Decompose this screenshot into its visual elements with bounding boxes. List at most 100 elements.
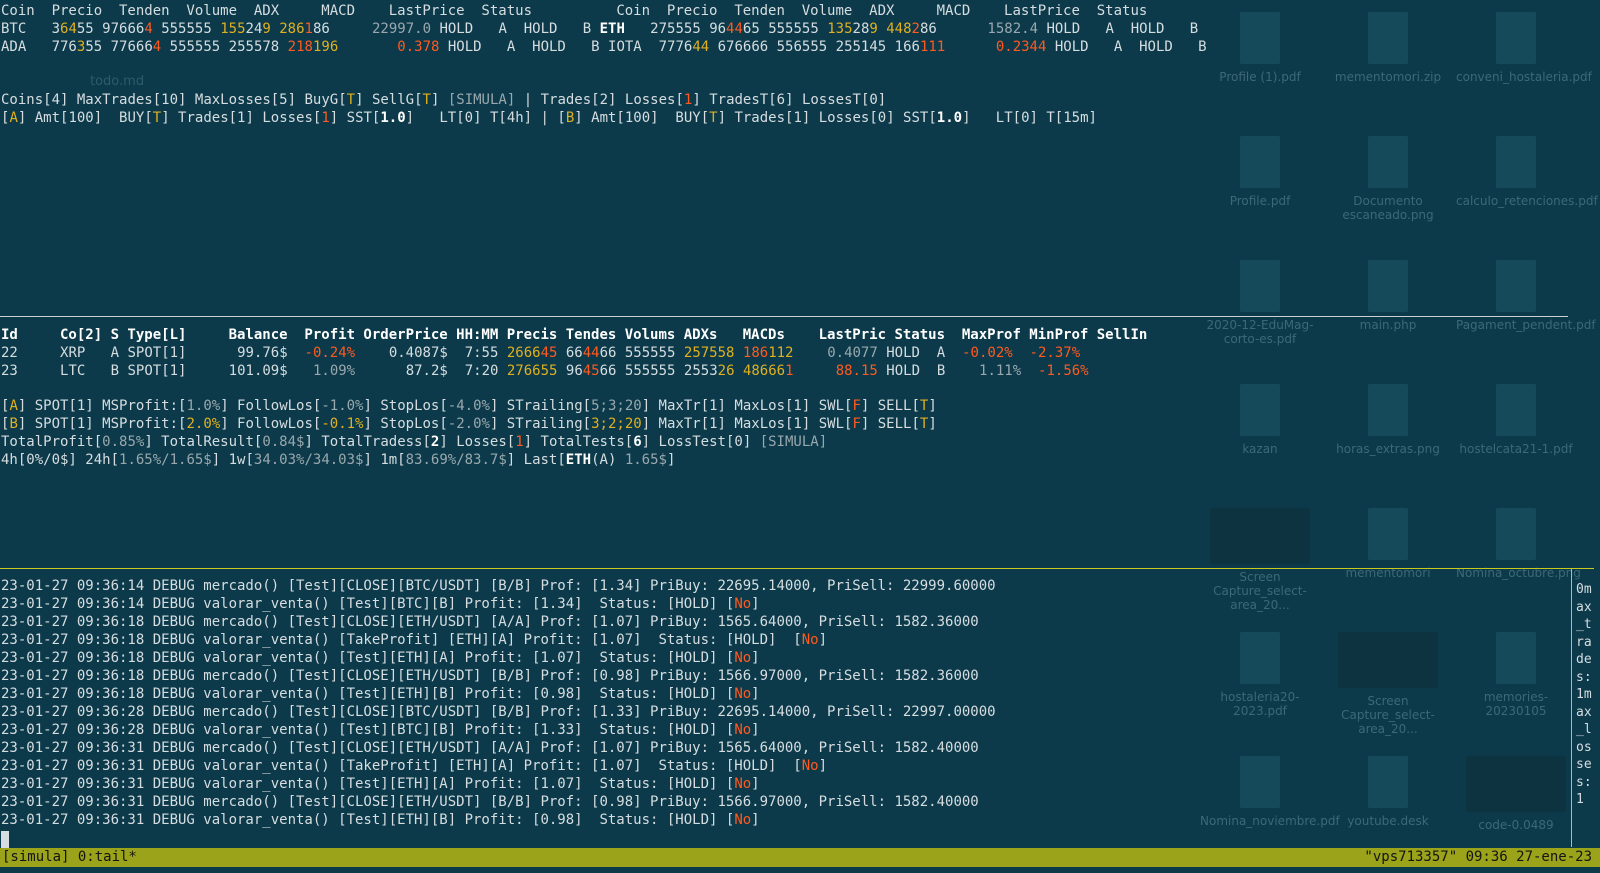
image-file-icon xyxy=(1210,508,1310,564)
document-file-icon xyxy=(1240,136,1280,188)
log-line-close-bracket: ] xyxy=(751,722,760,738)
desktop-icon-label: Profile (1).pdf xyxy=(1219,70,1301,84)
document-file-icon xyxy=(1496,12,1536,64)
image-file-icon xyxy=(1466,756,1566,812)
log-line-decision: No xyxy=(734,776,752,792)
log-line-decision: No xyxy=(734,722,752,738)
log-line-text: 23-01-27 09:36:28 DEBUG mercado() [Test]… xyxy=(1,704,996,720)
desktop-icon[interactable]: Screen Capture_select-area_20... xyxy=(1328,632,1448,736)
desktop-icon[interactable]: code-0.0489 xyxy=(1456,756,1576,832)
log-line-text: 23-01-27 09:36:31 DEBUG mercado() [Test]… xyxy=(1,794,979,810)
image-file-icon xyxy=(1338,632,1438,688)
log-line-decision: No xyxy=(801,758,819,774)
log-line-close-bracket: ] xyxy=(818,632,828,648)
desktop-icon[interactable]: horas_extras.png xyxy=(1328,384,1448,456)
log-line-close-bracket: ] xyxy=(751,776,760,792)
desktop-icon[interactable]: kazan xyxy=(1200,384,1320,456)
log-line-close-bracket: ] xyxy=(751,650,760,666)
desktop-icon[interactable]: Documento escaneado.png xyxy=(1328,136,1448,222)
order-row-23: 23 LTC B SPOT[1] 101.09$ 1.09% 87.2$ 7:2… xyxy=(1,363,1089,379)
document-file-icon xyxy=(1240,260,1280,312)
document-file-icon xyxy=(1368,756,1408,808)
tmux-host-clock: "vps713357" 09:36 27-ene-23 xyxy=(1364,849,1592,865)
totals-line: TotalProfit[0.85%] TotalResult[0.84$] To… xyxy=(1,434,828,450)
desktop-icon[interactable]: calculo_retenciones.pdf xyxy=(1456,136,1598,208)
log-line: 23-01-27 09:36:31 DEBUG valorar_venta() … xyxy=(1,775,760,793)
order-row-22: 22 XRP A SPOT[1] 99.76$ -0.24% 0.4087$ 7… xyxy=(1,345,1081,361)
log-line: 23-01-27 09:36:18 DEBUG valorar_venta() … xyxy=(1,649,760,667)
document-file-icon xyxy=(1368,508,1408,560)
desktop-icon[interactable]: mementomori xyxy=(1328,508,1448,580)
desktop-icon-label: main.php xyxy=(1359,318,1417,332)
desktop-icon[interactable]: Nomina_noviembre.pdf xyxy=(1200,756,1340,828)
log-line: 23-01-27 09:36:31 DEBUG valorar_venta() … xyxy=(1,757,827,775)
document-file-icon xyxy=(1496,136,1536,188)
log-line: 23-01-27 09:36:14 DEBUG valorar_venta() … xyxy=(1,595,760,613)
pane-vertical-border xyxy=(1571,569,1572,847)
log-line-decision: No xyxy=(734,596,752,612)
desktop-icon[interactable]: Screen Capture_select-area_20... xyxy=(1200,508,1320,612)
desktop-icon[interactable]: youtube.desk xyxy=(1328,756,1448,828)
log-line-decision: No xyxy=(734,650,752,666)
log-line-decision: No xyxy=(801,632,819,648)
log-line: 23-01-27 09:36:31 DEBUG mercado() [Test]… xyxy=(1,793,979,811)
document-file-icon xyxy=(1240,384,1280,436)
log-line: 23-01-27 09:36:31 DEBUG valorar_venta() … xyxy=(1,811,760,829)
document-file-icon xyxy=(1240,756,1280,808)
log-line-decision: No xyxy=(734,812,752,828)
log-line: 23-01-27 09:36:18 DEBUG valorar_venta() … xyxy=(1,685,760,703)
log-line-text: 23-01-27 09:36:18 DEBUG valorar_venta() … xyxy=(1,632,802,648)
pane-separator-top[interactable] xyxy=(0,316,1568,317)
config-line-2: [A] Amt[100] BUY[T] Trades[1] Losses[1] … xyxy=(1,110,1097,126)
desktop-icon-label: Nomina_noviembre.pdf xyxy=(1200,814,1340,828)
log-line-close-bracket: ] xyxy=(751,812,760,828)
desktop-icon[interactable]: Nomina_octubre.png xyxy=(1456,508,1581,580)
desktop-icon[interactable]: conveni_hostaleria.pdf xyxy=(1456,12,1592,84)
tmux-status-bar: [simula] 0:tail* "vps713357" 09:36 27-en… xyxy=(0,848,1600,867)
log-line-decision: No xyxy=(734,686,752,702)
desktop-icon[interactable]: memories-20230105 xyxy=(1456,632,1576,718)
document-file-icon xyxy=(1368,260,1408,312)
document-file-icon xyxy=(1496,508,1536,560)
market-header: Coin Precio Tenden Volume ADX MACD LastP… xyxy=(1,3,1148,19)
strategy-b: [B] SPOT[1] MSProfit:[2.0%] FollowLos[-0… xyxy=(1,416,937,432)
log-line-close-bracket: ] xyxy=(751,686,760,702)
market-row-1: BTC 36455 976664 555555 155249 286186 22… xyxy=(1,21,1199,37)
strategy-a: [A] SPOT[1] MSProfit:[1.0%] FollowLos[-1… xyxy=(1,398,937,414)
log-line-close-bracket: ] xyxy=(818,758,828,774)
log-line-text: 23-01-27 09:36:28 DEBUG valorar_venta() … xyxy=(1,722,735,738)
desktop-icon-label: 2020-12-EduMag-corto-es.pdf xyxy=(1206,318,1314,346)
desktop-icon[interactable]: 2020-12-EduMag-corto-es.pdf xyxy=(1200,260,1320,346)
tmux-session-window[interactable]: [simula] 0:tail* xyxy=(2,848,137,867)
log-line-text: 23-01-27 09:36:18 DEBUG valorar_venta() … xyxy=(1,686,735,702)
desktop-icon-label: Profile.pdf xyxy=(1229,194,1291,208)
desktop-icon[interactable]: mementomori.zip xyxy=(1328,12,1448,84)
log-line-text: 23-01-27 09:36:31 DEBUG valorar_venta() … xyxy=(1,776,735,792)
log-line-text: 23-01-27 09:36:18 DEBUG valorar_venta() … xyxy=(1,650,735,666)
periods-line: 4h[0%/0$] 24h[1.65%/1.65$] 1w[34.03%/34.… xyxy=(1,452,676,468)
orders-header: Id Co[2] S Type[L] Balance Profit OrderP… xyxy=(1,327,1148,343)
desktop-icon[interactable]: Profile.pdf xyxy=(1200,136,1320,208)
log-line: 23-01-27 09:36:28 DEBUG valorar_venta() … xyxy=(1,721,760,739)
desktop-icon[interactable]: hostaleria20-2023.pdf xyxy=(1200,632,1320,718)
desktop-icon-label: conveni_hostaleria.pdf xyxy=(1456,70,1592,84)
log-line-text: 23-01-27 09:36:18 DEBUG mercado() [Test]… xyxy=(1,614,979,630)
desktop-icon-label: memories-20230105 xyxy=(1483,690,1549,718)
document-file-icon xyxy=(1368,136,1408,188)
desktop-icon-label: Screen Capture_select-area_20... xyxy=(1341,694,1435,736)
desktop-icon[interactable]: hostelcata21-1.pdf xyxy=(1456,384,1576,456)
desktop-icon[interactable]: Profile (1).pdf xyxy=(1200,12,1320,84)
desktop-icon-label: Documento escaneado.png xyxy=(1342,194,1434,222)
log-line: 23-01-27 09:36:18 DEBUG mercado() [Test]… xyxy=(1,667,979,685)
log-line-text: 23-01-27 09:36:14 DEBUG valorar_venta() … xyxy=(1,596,735,612)
desktop-icon[interactable]: Pagament_pendent.pdf xyxy=(1456,260,1596,332)
desktop-file-todo[interactable]: todo.md xyxy=(90,74,144,89)
desktop-icon-label: hostaleria20-2023.pdf xyxy=(1220,690,1300,718)
log-line-text: 23-01-27 09:36:14 DEBUG mercado() [Test]… xyxy=(1,578,996,594)
desktop-icon[interactable]: main.php xyxy=(1328,260,1448,332)
pane-separator-bottom[interactable] xyxy=(0,568,1594,569)
document-file-icon xyxy=(1496,384,1536,436)
desktop-icon-label: kazan xyxy=(1242,442,1278,456)
log-line: 23-01-27 09:36:28 DEBUG mercado() [Test]… xyxy=(1,703,996,721)
log-line: 23-01-27 09:36:31 DEBUG mercado() [Test]… xyxy=(1,739,979,757)
